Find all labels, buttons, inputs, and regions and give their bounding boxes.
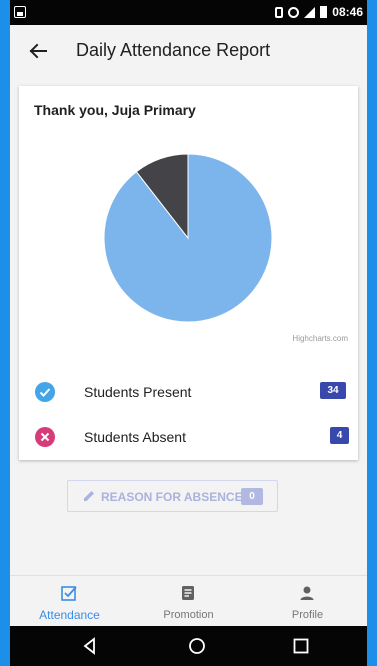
phone-screen: 08:46 Daily Attendance Report Thank you,… — [10, 0, 367, 666]
person-icon — [300, 586, 314, 600]
greeting-text: Thank you, Juja Primary — [34, 102, 196, 118]
present-count-badge: 34 — [320, 382, 346, 399]
stat-row-present: Students Present 34 — [19, 378, 358, 408]
absent-count-badge: 4 — [330, 427, 349, 444]
cancel-circle-icon — [35, 427, 55, 447]
checkbox-icon — [61, 586, 77, 601]
app-bar: Daily Attendance Report — [10, 25, 367, 77]
pencil-icon — [84, 491, 94, 501]
attendance-card: Thank you, Juja Primary Highcharts.com S… — [19, 86, 358, 460]
document-icon — [182, 586, 194, 600]
system-navigation-bar — [10, 626, 367, 666]
square-recents-icon — [293, 638, 309, 654]
nav-attendance[interactable]: Attendance — [10, 576, 129, 626]
attendance-pie-chart — [103, 153, 273, 323]
status-icons: 08:46 — [275, 5, 363, 19]
alarm-icon — [288, 6, 300, 18]
battery-icon — [320, 6, 328, 18]
nav-promotion[interactable]: Promotion — [129, 576, 248, 626]
signal-icon — [304, 6, 316, 18]
status-bar: 08:46 — [10, 0, 367, 25]
stat-label: Students Absent — [84, 429, 186, 445]
stat-label: Students Present — [84, 384, 192, 400]
system-home-button[interactable] — [187, 636, 207, 656]
reason-count-badge: 0 — [241, 488, 263, 505]
arrow-back-icon — [29, 43, 47, 59]
chart-credits[interactable]: Highcharts.com — [292, 334, 348, 343]
reason-button-label: REASON FOR ABSENCE — [101, 490, 243, 504]
page-title: Daily Attendance Report — [76, 40, 271, 60]
back-button[interactable] — [24, 37, 52, 65]
status-time: 08:46 — [332, 5, 363, 19]
system-recents-button[interactable] — [291, 636, 311, 656]
triangle-back-icon — [83, 637, 95, 655]
nav-profile[interactable]: Profile — [248, 576, 367, 626]
stat-row-absent: Students Absent 4 — [19, 423, 358, 453]
vibrate-icon — [275, 6, 284, 18]
nav-label: Attendance — [39, 608, 100, 622]
circle-home-icon — [189, 638, 205, 654]
nav-label: Promotion — [163, 609, 214, 621]
image-notification-icon — [14, 6, 26, 18]
system-back-button[interactable] — [80, 636, 100, 656]
reason-for-absence-button[interactable]: REASON FOR ABSENCE 0 — [67, 480, 278, 512]
bottom-navigation: Attendance Promotion Profile — [10, 575, 367, 626]
check-circle-icon — [35, 382, 55, 402]
nav-label: Profile — [291, 609, 324, 621]
